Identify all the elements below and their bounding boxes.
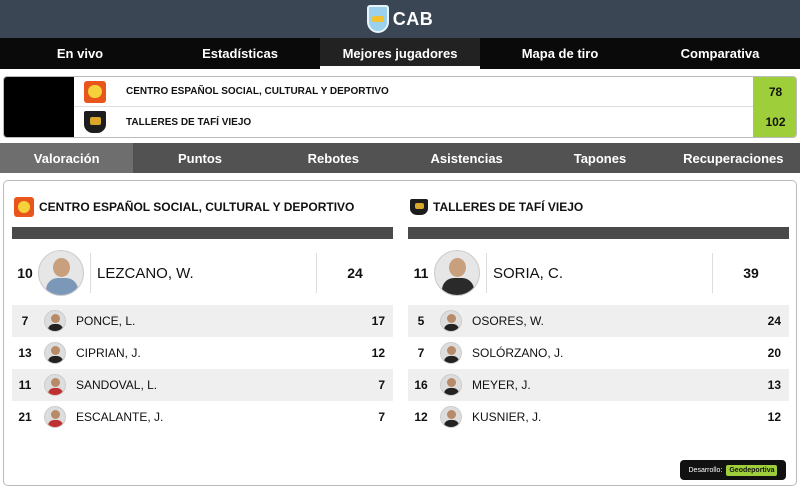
player-row[interactable]: 12 KUSNIER, J. 12	[408, 401, 789, 433]
tab-tapones[interactable]: Tapones	[533, 143, 666, 173]
player-photo	[440, 310, 462, 332]
away-team-crest-icon	[410, 199, 428, 215]
player-row[interactable]: 7 PONCE, L. 17	[12, 305, 393, 337]
cab-shield-icon	[366, 5, 389, 33]
player-photo	[38, 250, 84, 296]
divider-bar	[12, 227, 393, 239]
tab-en-vivo[interactable]: En vivo	[0, 38, 160, 69]
player-row[interactable]: 21 ESCALANTE, J. 7	[12, 401, 393, 433]
away-leaders-column: TALLERES DE TAFÍ VIEJO 11 SORIA, C. 39 5…	[408, 181, 789, 481]
player-row[interactable]: 11 SANDOVAL, L. 7	[12, 369, 393, 401]
away-team-name: TALLERES DE TAFÍ VIEJO	[126, 116, 252, 128]
tab-recuperaciones[interactable]: Recuperaciones	[667, 143, 800, 173]
away-team-crest-icon	[84, 111, 106, 133]
tab-valoracion[interactable]: Valoración	[0, 143, 134, 173]
player-value: 7	[378, 378, 385, 392]
cab-logo[interactable]: CAB	[366, 5, 434, 33]
player-number: 11	[18, 378, 32, 392]
player-number: 12	[414, 410, 428, 424]
tab-asistencias[interactable]: Asistencias	[400, 143, 533, 173]
away-team-header: TALLERES DE TAFÍ VIEJO	[410, 197, 583, 217]
player-value: 7	[378, 410, 385, 424]
player-number: 16	[414, 378, 428, 392]
scoreboard-status-panel	[4, 77, 74, 137]
player-number: 13	[18, 346, 32, 360]
home-team-name: CENTRO ESPAÑOL SOCIAL, CULTURAL Y DEPORT…	[126, 86, 389, 97]
player-photo	[44, 406, 66, 428]
main-nav: En vivo Estadísticas Mejores jugadores M…	[0, 38, 800, 69]
home-team-crest-icon	[14, 197, 34, 217]
top-player-row[interactable]: 11 SORIA, C. 39	[408, 247, 789, 299]
player-row[interactable]: 16 MEYER, J. 13	[408, 369, 789, 401]
player-number: 11	[413, 265, 429, 281]
away-team-title: TALLERES DE TAFÍ VIEJO	[433, 200, 584, 214]
player-value: 12	[371, 346, 385, 360]
away-team-score: 102	[753, 107, 796, 137]
player-value: 12	[767, 410, 781, 424]
scoreboard: CENTRO ESPAÑOL SOCIAL, CULTURAL Y DEPORT…	[3, 76, 797, 138]
player-name: LEZCANO, W.	[97, 264, 194, 282]
player-list: 7 PONCE, L. 17 13 CIPRIAN, J. 12 11 SAND…	[12, 305, 393, 433]
tab-mapa-de-tiro[interactable]: Mapa de tiro	[480, 38, 640, 69]
player-name: CIPRIAN, J.	[76, 346, 141, 360]
scoreboard-home-row: CENTRO ESPAÑOL SOCIAL, CULTURAL Y DEPORT…	[74, 77, 796, 107]
tab-estadisticas[interactable]: Estadísticas	[160, 38, 320, 69]
home-team-crest-icon	[84, 80, 106, 103]
player-row[interactable]: 13 CIPRIAN, J. 12	[12, 337, 393, 369]
tab-puntos[interactable]: Puntos	[133, 143, 266, 173]
leaders-panel: CENTRO ESPAÑOL SOCIAL, CULTURAL Y DEPORT…	[3, 180, 797, 486]
tab-comparativa[interactable]: Comparativa	[640, 38, 800, 69]
tab-mejores-jugadores[interactable]: Mejores jugadores	[320, 38, 480, 69]
player-name: MEYER, J.	[472, 378, 531, 392]
player-photo	[44, 342, 66, 364]
player-value: 17	[371, 314, 385, 328]
player-number: 21	[18, 410, 32, 424]
player-value: 13	[767, 378, 781, 392]
logo-text: CAB	[392, 8, 434, 29]
player-name: PONCE, L.	[76, 314, 136, 328]
home-leaders-column: CENTRO ESPAÑOL SOCIAL, CULTURAL Y DEPORT…	[12, 181, 393, 481]
player-list: 5 OSORES, W. 24 7 SOLÓRZANO, J. 20 16 ME…	[408, 305, 789, 433]
player-photo	[440, 406, 462, 428]
home-team-score: 78	[753, 77, 796, 107]
credit-label: Desarrollo:	[688, 466, 723, 474]
player-photo	[434, 250, 480, 296]
player-number: 5	[417, 314, 425, 328]
developer-credit[interactable]: Desarrollo: Geodeportiva	[680, 460, 786, 480]
player-name: KUSNIER, J.	[472, 410, 542, 424]
player-photo	[44, 310, 66, 332]
player-photo	[440, 342, 462, 364]
player-photo	[440, 374, 462, 396]
scoreboard-away-row: TALLERES DE TAFÍ VIEJO 102	[74, 107, 796, 137]
player-value: 24	[347, 265, 363, 281]
player-photo	[44, 374, 66, 396]
player-number: 7	[417, 346, 425, 360]
player-value: 24	[767, 314, 781, 328]
tab-rebotes[interactable]: Rebotes	[267, 143, 400, 173]
player-value: 20	[767, 346, 781, 360]
home-team-header: CENTRO ESPAÑOL SOCIAL, CULTURAL Y DEPORT…	[14, 197, 354, 217]
player-number: 10	[17, 265, 33, 281]
player-row[interactable]: 5 OSORES, W. 24	[408, 305, 789, 337]
player-name: OSORES, W.	[472, 314, 545, 328]
player-name: SOLÓRZANO, J.	[472, 346, 564, 360]
player-number: 7	[21, 314, 29, 328]
app-header: CAB	[0, 0, 800, 38]
player-value: 39	[743, 265, 759, 281]
player-row[interactable]: 7 SOLÓRZANO, J. 20	[408, 337, 789, 369]
player-name: SANDOVAL, L.	[76, 378, 158, 392]
home-team-title: CENTRO ESPAÑOL SOCIAL, CULTURAL Y DEPORT…	[39, 200, 355, 214]
player-name: SORIA, C.	[493, 264, 564, 282]
credit-brand: Geodeportiva	[726, 464, 778, 476]
divider-bar	[408, 227, 789, 239]
stat-tabs: Valoración Puntos Rebotes Asistencias Ta…	[0, 143, 800, 173]
player-name: ESCALANTE, J.	[76, 410, 164, 424]
top-player-row[interactable]: 10 LEZCANO, W. 24	[12, 247, 393, 299]
